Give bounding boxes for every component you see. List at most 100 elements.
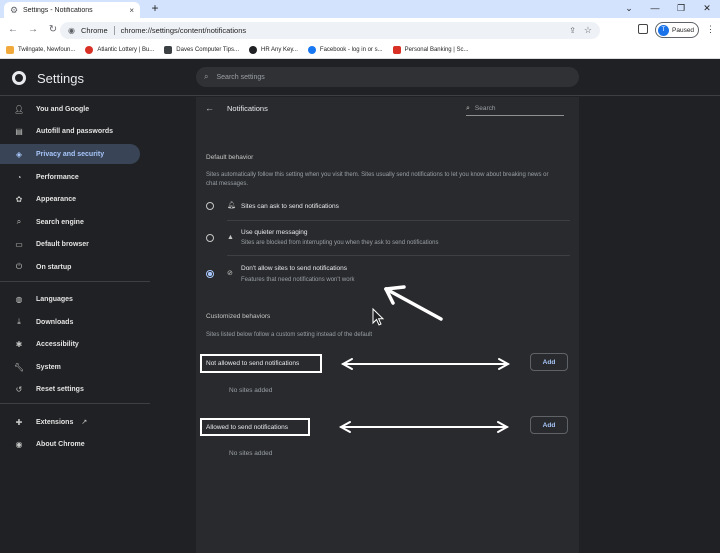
search-icon: ⌕ (466, 104, 470, 112)
sidebar-item-downloads[interactable]: ⤓ Downloads (0, 312, 140, 332)
sidebar-item-label: About Chrome (36, 440, 85, 448)
notifications-card: ← Notifications ⌕ Search Default behavio… (196, 97, 579, 553)
back-arrow-icon[interactable]: ← (205, 103, 214, 113)
sidebar-item-accessibility[interactable]: ✱ Accessibility (0, 334, 140, 354)
favicon-icon (249, 46, 257, 54)
bookmark-item[interactable]: Daves Computer Tips... (164, 46, 239, 54)
settings-sidebar: 👤︎ You and Google ▤ Autofill and passwords… (0, 97, 150, 553)
favicon-icon (6, 46, 14, 54)
option-title: Use quieter messaging (241, 229, 308, 236)
tab-settings[interactable]: ⚙ Settings - Notifications × (4, 2, 140, 18)
reload-icon[interactable]: ↻ (46, 23, 60, 37)
bookmark-item[interactable]: Atlantic Lottery | Bu... (85, 46, 154, 54)
radio-dont-allow[interactable] (206, 270, 214, 278)
bookmark-label: Twilngate, Newfoun... (18, 47, 76, 53)
sidebar-item-search-engine[interactable]: ⌕ Search engine (0, 212, 140, 232)
bookmark-item[interactable]: HR Any Key... (249, 46, 298, 54)
radio-quieter-messaging[interactable] (206, 234, 214, 242)
power-icon: ⏻ (15, 262, 23, 271)
sidebar-item-label: Appearance (36, 195, 77, 203)
search-settings-input[interactable]: ⌕ Search settings (196, 67, 579, 87)
default-behavior-heading: Default behavior (206, 154, 254, 161)
sidebar-item-label: Performance (36, 173, 79, 181)
profile-button[interactable]: T Paused (655, 22, 699, 38)
option-title: Don't allow sites to send notifications (241, 265, 348, 272)
address-bar[interactable]: ◉ Chrome chrome://settings/content/notif… (60, 22, 600, 39)
kebab-menu-icon[interactable]: ⋮ (706, 24, 715, 35)
bookmark-item[interactable]: Facebook - log in or s... (307, 46, 383, 54)
bookmark-label: Atlantic Lottery | Bu... (97, 47, 155, 53)
option-divider (227, 255, 570, 256)
search-placeholder: Search settings (216, 73, 265, 81)
chrome-logo-icon (12, 71, 26, 85)
sidebar-divider (0, 403, 150, 404)
page-title: Settings (37, 71, 84, 86)
sidebar-item-on-startup[interactable]: ⏻ On startup (0, 257, 140, 277)
sidebar-item-label: Search engine (36, 218, 84, 226)
close-window-button[interactable]: ✕ (694, 0, 720, 18)
accessibility-icon: ✱ (15, 339, 23, 349)
chrome-label: Chrome (80, 26, 108, 35)
search-icon: ⌕ (16, 217, 22, 226)
right-empty-pane (579, 97, 720, 553)
wrench-icon: 🔧︎ (14, 362, 25, 372)
clipboard-icon: ▤ (15, 126, 23, 136)
sidebar-item-label: Extensions (36, 418, 74, 426)
sidebar-item-you-and-google[interactable]: 👤︎ You and Google (0, 99, 140, 119)
download-icon: ⤓ (17, 317, 21, 326)
profile-status: Paused (672, 26, 695, 34)
bookmark-item[interactable]: Personal Banking | Sc... (392, 46, 469, 54)
tab-title: Settings - Notifications (23, 6, 93, 14)
customized-behaviors-heading: Customized behaviors (206, 313, 271, 320)
side-panel-icon[interactable] (638, 24, 648, 34)
title-bar: ⚙ Settings - Notifications × + ⌄ — ❐ ✕ (0, 0, 720, 18)
sidebar-item-about-chrome[interactable]: ◉ About Chrome (0, 434, 140, 454)
browser-toolbar: ← → ↻ ◉ Chrome chrome://settings/content… (0, 18, 720, 42)
bookmark-star-icon[interactable]: ☆ (584, 25, 592, 36)
url-text[interactable]: chrome://settings/content/notifications (121, 26, 246, 35)
share-icon[interactable]: ⇪ (569, 26, 576, 35)
sidebar-item-extensions[interactable]: ✚ Extensions ↗ (0, 412, 140, 432)
radio-sites-can-ask[interactable] (206, 202, 214, 210)
puzzle-icon: ✚ (15, 417, 23, 427)
bookmark-item[interactable]: Twilngate, Newfoun... (6, 46, 75, 54)
separator (113, 26, 115, 35)
new-tab-button[interactable]: + (148, 2, 162, 16)
sidebar-item-appearance[interactable]: ✿ Appearance (0, 189, 140, 209)
person-icon: 👤︎ (14, 104, 25, 114)
sidebar-item-label: Languages (36, 295, 73, 303)
sidebar-item-default-browser[interactable]: ▭ Default browser (0, 234, 140, 254)
option-divider (227, 220, 570, 221)
forward-icon[interactable]: → (26, 23, 40, 37)
sidebar-item-performance[interactable]: ◔ Performance (0, 167, 140, 187)
favicon-icon (164, 46, 173, 54)
option-title: Sites can ask to send notifications (241, 203, 339, 210)
back-icon[interactable]: ← (6, 23, 20, 37)
sidebar-item-label: Reset settings (36, 385, 84, 393)
window-controls: ⌄ — ❐ ✕ (616, 0, 720, 18)
notifications-search-input[interactable]: ⌕ Search (466, 102, 564, 116)
reset-icon: ↺ (15, 384, 23, 394)
default-behavior-description: Sites automatically follow this setting … (206, 172, 549, 187)
chrome-icon: ◉ (15, 439, 23, 449)
maximize-button[interactable]: ❐ (668, 0, 694, 18)
browser-icon: ▭ (15, 239, 23, 249)
card-header: ← Notifications ⌕ Search (196, 97, 579, 121)
sidebar-item-languages[interactable]: ◍ Languages (0, 289, 140, 309)
minimize-button[interactable]: — (642, 0, 668, 18)
tab-search-button[interactable]: ⌄ (616, 0, 642, 18)
favicon-icon (307, 46, 316, 54)
sidebar-item-label: System (36, 363, 61, 371)
shield-icon: ◈ (15, 149, 23, 159)
bookmark-label: Facebook - log in or s... (319, 47, 383, 53)
sidebar-item-system[interactable]: 🔧︎ System (0, 357, 140, 377)
sidebar-item-label: Accessibility (36, 340, 79, 348)
add-allowed-button[interactable]: Add (530, 416, 568, 434)
sidebar-item-privacy[interactable]: ◈ Privacy and security (0, 144, 140, 164)
tab-close-button[interactable]: × (129, 6, 134, 15)
add-not-allowed-button[interactable]: Add (530, 353, 568, 371)
bookmark-label: Daves Computer Tips... (176, 47, 239, 53)
palette-icon: ✿ (15, 194, 23, 204)
sidebar-item-autofill[interactable]: ▤ Autofill and passwords (0, 121, 140, 141)
sidebar-item-reset[interactable]: ↺ Reset settings (0, 379, 140, 399)
